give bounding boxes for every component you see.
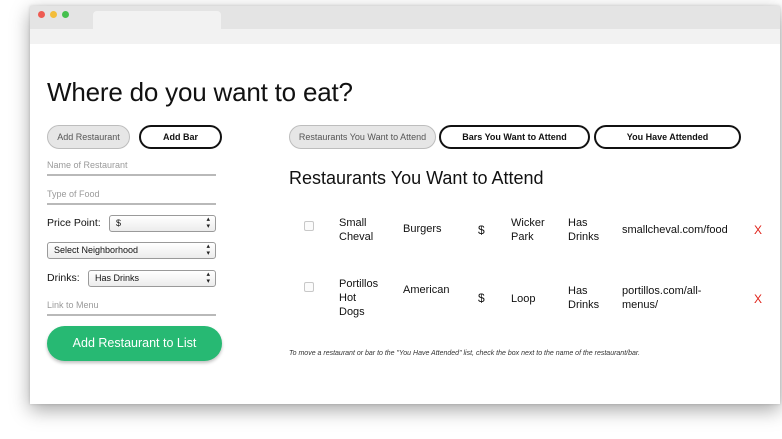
- select-arrows-icon: ▴ ▾: [206, 243, 210, 257]
- browser-toolbar: [30, 29, 780, 44]
- browser-chrome: [30, 6, 780, 44]
- select-arrows-icon: ▴ ▾: [206, 271, 210, 285]
- restaurant-name: Portillos Hot Dogs: [339, 278, 379, 318]
- restaurant-name-input[interactable]: Name of Restaurant: [47, 160, 216, 176]
- list-item: Portillos Hot Dogs American $ Loop Has Drin…: [289, 277, 769, 323]
- drinks-select[interactable]: Has Drinks ▴ ▾: [88, 270, 216, 287]
- restaurant-name: Small Cheval: [339, 217, 374, 243]
- price-point-value: $: [116, 218, 122, 228]
- menu-link[interactable]: portillos.com/all-menus/: [622, 284, 701, 312]
- neighborhood-value: Select Neighborhood: [54, 245, 139, 255]
- food-type-input[interactable]: Type of Food: [47, 189, 216, 205]
- neighborhood: Wicker Park: [511, 217, 545, 243]
- food-type: American: [403, 284, 450, 296]
- attended-checkbox[interactable]: [304, 221, 314, 231]
- drinks-value: Has Drinks: [95, 273, 140, 283]
- price-point-select[interactable]: $ ▴ ▾: [109, 215, 216, 232]
- minimize-window-icon[interactable]: [50, 11, 57, 18]
- menu-link-input[interactable]: Link to Menu: [47, 300, 216, 316]
- delete-icon[interactable]: X: [754, 223, 762, 237]
- tab-attended[interactable]: You Have Attended: [594, 125, 741, 149]
- price-point: $: [478, 291, 485, 305]
- add-bar-toggle[interactable]: Add Bar: [139, 125, 222, 149]
- price-point-label: Price Point:: [47, 217, 101, 229]
- price-point: $: [478, 223, 485, 237]
- close-window-icon[interactable]: [38, 11, 45, 18]
- neighborhood-select[interactable]: Select Neighborhood ▴ ▾: [47, 242, 216, 259]
- help-note: To move a restaurant or bar to the "You …: [289, 350, 640, 357]
- browser-tab[interactable]: [93, 11, 221, 29]
- drinks-label: Drinks:: [47, 272, 80, 284]
- list-item: Small Cheval Burgers $ Wicker Park Has Drin…: [289, 216, 769, 252]
- delete-icon[interactable]: X: [754, 292, 762, 306]
- drinks: Has Drinks: [568, 285, 600, 311]
- menu-link[interactable]: smallcheval.com/food: [622, 223, 728, 237]
- food-type-placeholder: Type of Food: [47, 189, 100, 199]
- browser-window: Where do you want to eat? Add Restaurant…: [30, 6, 780, 404]
- food-type: Burgers: [403, 223, 442, 235]
- neighborhood: Loop: [511, 293, 536, 305]
- list-heading: Restaurants You Want to Attend: [289, 168, 544, 188]
- page-content: Where do you want to eat? Add Restaurant…: [30, 44, 780, 404]
- attended-checkbox[interactable]: [304, 282, 314, 292]
- tab-bars[interactable]: Bars You Want to Attend: [439, 125, 590, 149]
- add-restaurant-toggle[interactable]: Add Restaurant: [47, 125, 130, 149]
- select-arrows-icon: ▴ ▾: [206, 216, 210, 230]
- drinks: Has Drinks: [568, 217, 600, 243]
- add-to-list-button[interactable]: Add Restaurant to List: [47, 326, 222, 361]
- page-title: Where do you want to eat?: [47, 77, 353, 107]
- restaurant-name-placeholder: Name of Restaurant: [47, 160, 128, 170]
- maximize-window-icon[interactable]: [62, 11, 69, 18]
- tab-restaurants[interactable]: Restaurants You Want to Attend: [289, 125, 436, 149]
- menu-link-placeholder: Link to Menu: [47, 300, 99, 310]
- window-controls: [38, 11, 69, 18]
